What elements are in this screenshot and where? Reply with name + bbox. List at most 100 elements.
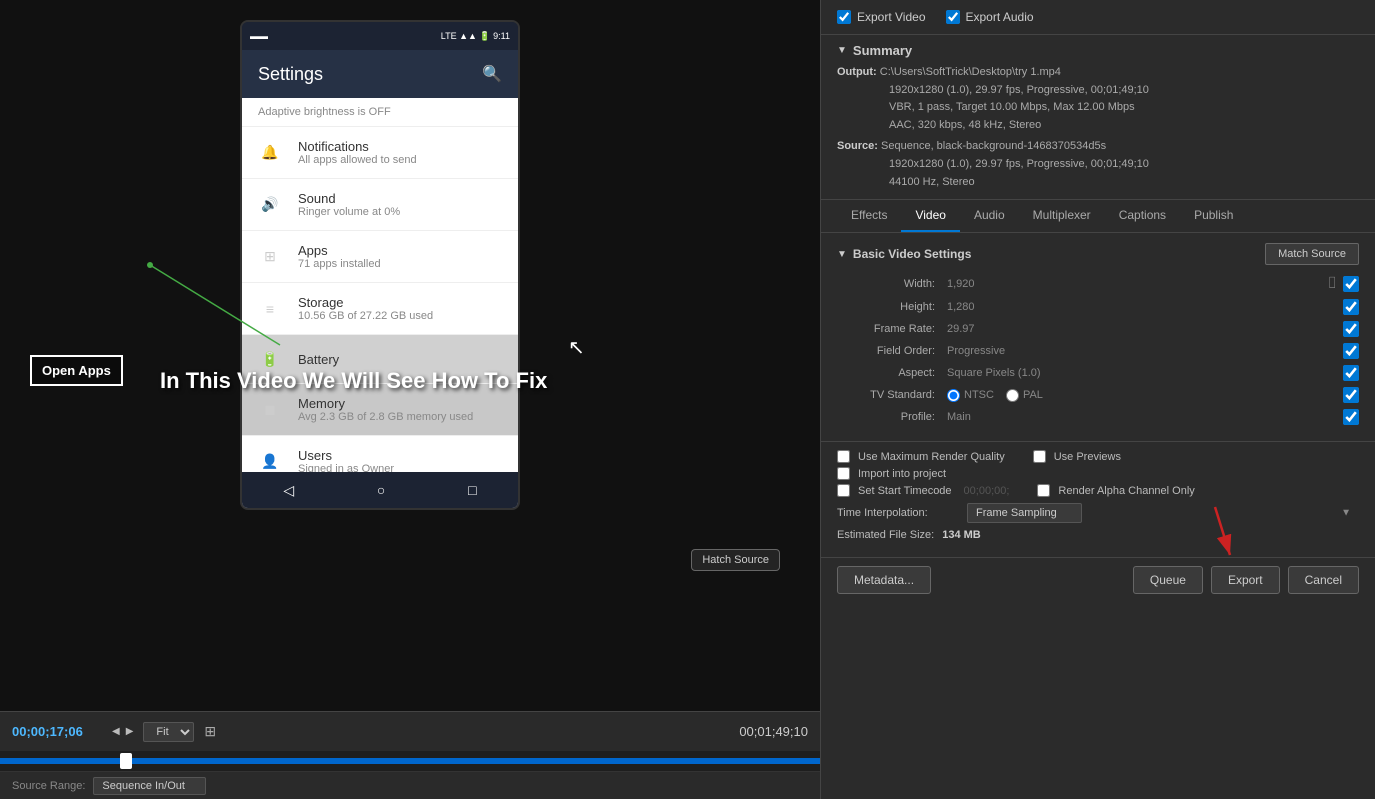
field-order-checkbox[interactable] [1343,343,1359,359]
item-title: Storage [298,295,433,310]
recents-icon[interactable]: □ [468,482,476,498]
tv-standard-checkbox[interactable] [1343,387,1359,403]
phone-settings-title: Settings [258,64,323,85]
export-button[interactable]: Export [1211,566,1280,594]
timeline-bar: 00;00;17;06 ◀ ▶ Fit ⊞ 00;01;49;10 [0,711,820,751]
open-apps-label: Open Apps [42,363,111,378]
play-btn[interactable]: ▶ [126,726,134,737]
phone-settings-header: Settings 🔍 [242,50,518,98]
aspect-checkbox[interactable] [1343,365,1359,381]
search-icon[interactable]: 🔍 [482,64,502,84]
time-interpolation-dropdown[interactable]: Frame Sampling [967,503,1082,523]
frame-rate-value: 29.97 [947,323,1343,335]
profile-value: Main [947,411,1343,423]
render-alpha-checkbox[interactable] [1037,484,1050,497]
profile-row: Profile: Main [837,409,1359,425]
aspect-value: Square Pixels (1.0) [947,367,1343,379]
frame-rate-checkbox[interactable] [1343,321,1359,337]
cursor-pointer: ↖ [568,335,580,355]
max-render-quality-row: Use Maximum Render Quality Use Previews [837,450,1359,463]
set-start-timecode-label: Set Start Timecode [858,485,952,497]
timeline-icon: ⊞ [204,723,216,740]
notifications-icon: 🔔 [258,141,282,165]
ntsc-radio[interactable] [947,389,960,402]
time-interpolation-row: Time Interpolation: Frame Sampling ▼ [837,503,1359,523]
export-audio-checkbox[interactable] [946,10,960,24]
file-size-label: Estimated File Size: [837,529,934,541]
export-audio-label: Export Audio [966,10,1034,24]
settings-text: Battery [298,352,339,367]
export-video-checkbox[interactable] [837,10,851,24]
width-checkbox[interactable] [1343,276,1359,292]
list-item[interactable]: 🔊 Sound Ringer volume at 0% [242,179,518,231]
end-timecode: 00;01;49;10 [739,724,808,739]
item-subtitle: 10.56 GB of 27.22 GB used [298,310,433,322]
memory-icon: ◼ [258,398,282,422]
height-checkbox[interactable] [1343,299,1359,315]
queue-button[interactable]: Queue [1133,566,1203,594]
bottom-options: Use Maximum Render Quality Use Previews … [821,441,1375,557]
timecode-value: 00;00;00; [964,485,1010,497]
summary-collapse-icon[interactable]: ▼ [837,45,847,56]
tab-video[interactable]: Video [901,200,959,232]
basic-video-settings: ▼ Basic Video Settings Match Source Widt… [821,233,1375,441]
tab-effects[interactable]: Effects [837,200,901,232]
export-video-label: Export Video [857,10,926,24]
source-details2: 1920x1280 (1.0), 29.97 fps, Progressive,… [837,156,1359,174]
item-subtitle: Ringer volume at 0% [298,206,400,218]
profile-checkbox[interactable] [1343,409,1359,425]
metadata-button[interactable]: Metadata... [837,566,931,594]
aspect-label: Aspect: [837,367,947,379]
list-item[interactable]: ⊞ Apps 71 apps installed [242,231,518,283]
item-title: Notifications [298,139,417,154]
set-start-timecode-checkbox[interactable] [837,484,850,497]
pal-radio-item: PAL [1006,389,1043,402]
time-interpolation-wrapper: Frame Sampling ▼ [967,503,1359,523]
transport-controls: ◀ ▶ [112,726,133,737]
source-row: Source: Sequence, black-background-14683… [837,138,1359,156]
tab-publish[interactable]: Publish [1180,200,1247,232]
height-row: Height: 1,280 [837,299,1359,315]
cancel-button[interactable]: Cancel [1288,566,1359,594]
tab-captions[interactable]: Captions [1105,200,1180,232]
section-collapse-icon[interactable]: ▼ [837,249,847,260]
main-overlay-text: In This Video We Will See How To Fix [160,368,547,394]
scrubber-head[interactable] [120,753,132,769]
use-previews-checkbox[interactable] [1033,450,1046,463]
import-project-checkbox[interactable] [837,467,850,480]
item-title: Sound [298,191,400,206]
list-item[interactable]: 🔔 Notifications All apps allowed to send [242,127,518,179]
settings-list: Adaptive brightness is OFF 🔔 Notificatio… [242,98,518,508]
output-details3: AAC, 320 kbps, 48 kHz, Stereo [837,117,1359,135]
max-render-quality-checkbox[interactable] [837,450,850,463]
pal-label: PAL [1023,389,1043,401]
open-apps-box: Open Apps [30,355,123,386]
item-label: Adaptive brightness is OFF [258,106,391,118]
match-source-button[interactable]: Match Source [1265,243,1359,265]
pal-radio[interactable] [1006,389,1019,402]
tab-audio[interactable]: Audio [960,200,1019,232]
item-title: Users [298,448,394,463]
time-interpolation-label: Time Interpolation: [837,507,957,519]
tab-multiplexer[interactable]: Multiplexer [1019,200,1105,232]
summary-header: ▼ Summary [837,43,1359,58]
item-title: Apps [298,243,381,258]
export-tabs: Effects Video Audio Multiplexer Captions… [821,200,1375,233]
source-details3: 44100 Hz, Stereo [837,174,1359,192]
rewind-btn[interactable]: ◀ [112,726,120,737]
file-size-row: Estimated File Size: 134 MB [837,529,1359,541]
scrubber-area[interactable] [0,751,820,771]
tv-standard-row: TV Standard: NTSC PAL [837,387,1359,403]
fit-dropdown[interactable]: Fit [143,722,194,742]
height-label: Height: [837,301,947,313]
home-icon[interactable]: ○ [377,482,385,498]
back-icon[interactable]: ◁ [283,482,294,499]
set-start-timecode-row: Set Start Timecode 00;00;00; Render Alph… [837,484,1359,497]
source-range-dropdown[interactable]: Sequence In/Out [93,777,206,795]
output-details2: VBR, 1 pass, Target 10.00 Mbps, Max 12.0… [837,99,1359,117]
import-project-row: Import into project [837,467,1359,480]
list-item[interactable]: ≡ Storage 10.56 GB of 27.22 GB used [242,283,518,335]
status-bar-left: ▬▬ [250,31,268,41]
users-icon: 👤 [258,450,282,474]
max-render-quality-label: Use Maximum Render Quality [858,451,1005,463]
